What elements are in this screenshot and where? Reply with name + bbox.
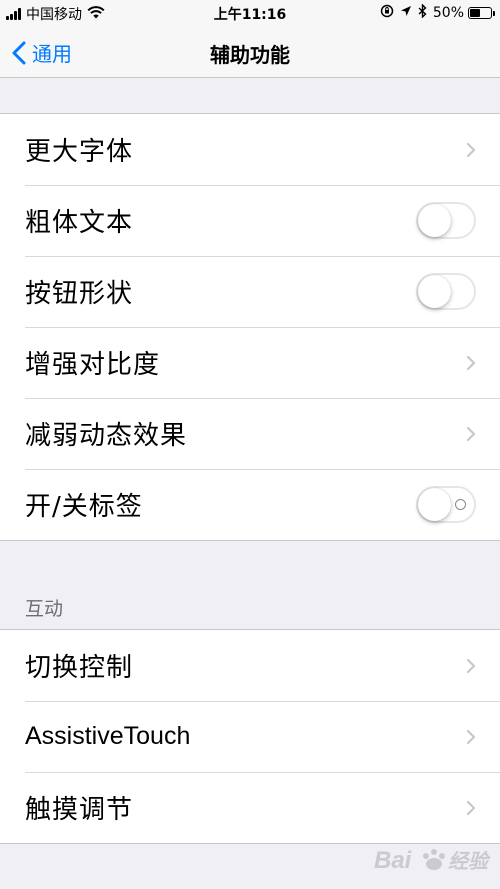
toggle-knob <box>418 488 451 521</box>
battery-percent: 50% <box>432 5 464 21</box>
settings-row-label: 增强对比度 <box>25 350 161 380</box>
page-title: 辅助功能 <box>210 43 290 67</box>
settings-row[interactable]: 触摸调节 <box>0 772 500 843</box>
settings-row[interactable]: 增强对比度 <box>0 327 500 398</box>
settings-row[interactable]: 更大字体 <box>0 114 500 185</box>
status-right: 50% <box>380 3 495 22</box>
settings-row[interactable]: AssistiveTouch <box>0 701 500 772</box>
settings-group-display: 更大字体粗体文本按钮形状增强对比度减弱动态效果 开/关标签 <box>0 113 500 541</box>
settings-row-label: 粗体文本 <box>25 208 134 238</box>
toggle-off-label-icon <box>455 499 466 510</box>
toggle-switch[interactable] <box>416 273 476 310</box>
chevron-right-icon <box>466 800 476 816</box>
settings-row[interactable]: 按钮形状 <box>0 256 500 327</box>
svg-text:Bai: Bai <box>374 847 413 874</box>
chevron-right-icon <box>466 729 476 745</box>
chevron-right-icon <box>466 426 476 442</box>
watermark-logo: Bai 经验 <box>374 840 494 880</box>
orientation-lock-icon <box>380 4 394 22</box>
settings-row[interactable]: 粗体文本 <box>0 185 500 256</box>
navigation-bar: 通用 辅助功能 <box>0 26 500 78</box>
settings-row-label: 减弱动态效果 <box>25 421 188 451</box>
toggle-switch[interactable] <box>416 202 476 239</box>
toggle-knob <box>418 275 451 308</box>
battery-icon <box>468 7 495 19</box>
toggle-knob <box>418 204 451 237</box>
chevron-right-icon <box>466 355 476 371</box>
location-icon <box>400 5 412 21</box>
section-header-interaction: 互动 <box>25 598 64 620</box>
settings-row-label: 按钮形状 <box>25 279 134 309</box>
settings-row[interactable]: 切换控制 <box>0 630 500 701</box>
status-bar: 中国移动 上午11:16 50% <box>0 0 500 26</box>
settings-row[interactable]: 减弱动态效果 <box>0 398 500 469</box>
bluetooth-icon <box>418 3 427 22</box>
settings-row[interactable]: 开/关标签 <box>0 469 500 540</box>
toggle-switch[interactable] <box>416 486 476 523</box>
svg-text:经验: 经验 <box>448 849 491 873</box>
settings-row-label: 开/关标签 <box>25 492 143 522</box>
chevron-right-icon <box>466 142 476 158</box>
chevron-right-icon <box>466 658 476 674</box>
settings-row-label: 更大字体 <box>25 137 134 167</box>
settings-group-interaction: 切换控制 AssistiveTouch 触摸调节 <box>0 629 500 844</box>
settings-row-label: AssistiveTouch <box>25 722 191 750</box>
settings-row-label: 触摸调节 <box>25 795 134 825</box>
settings-row-label: 切换控制 <box>25 653 134 683</box>
